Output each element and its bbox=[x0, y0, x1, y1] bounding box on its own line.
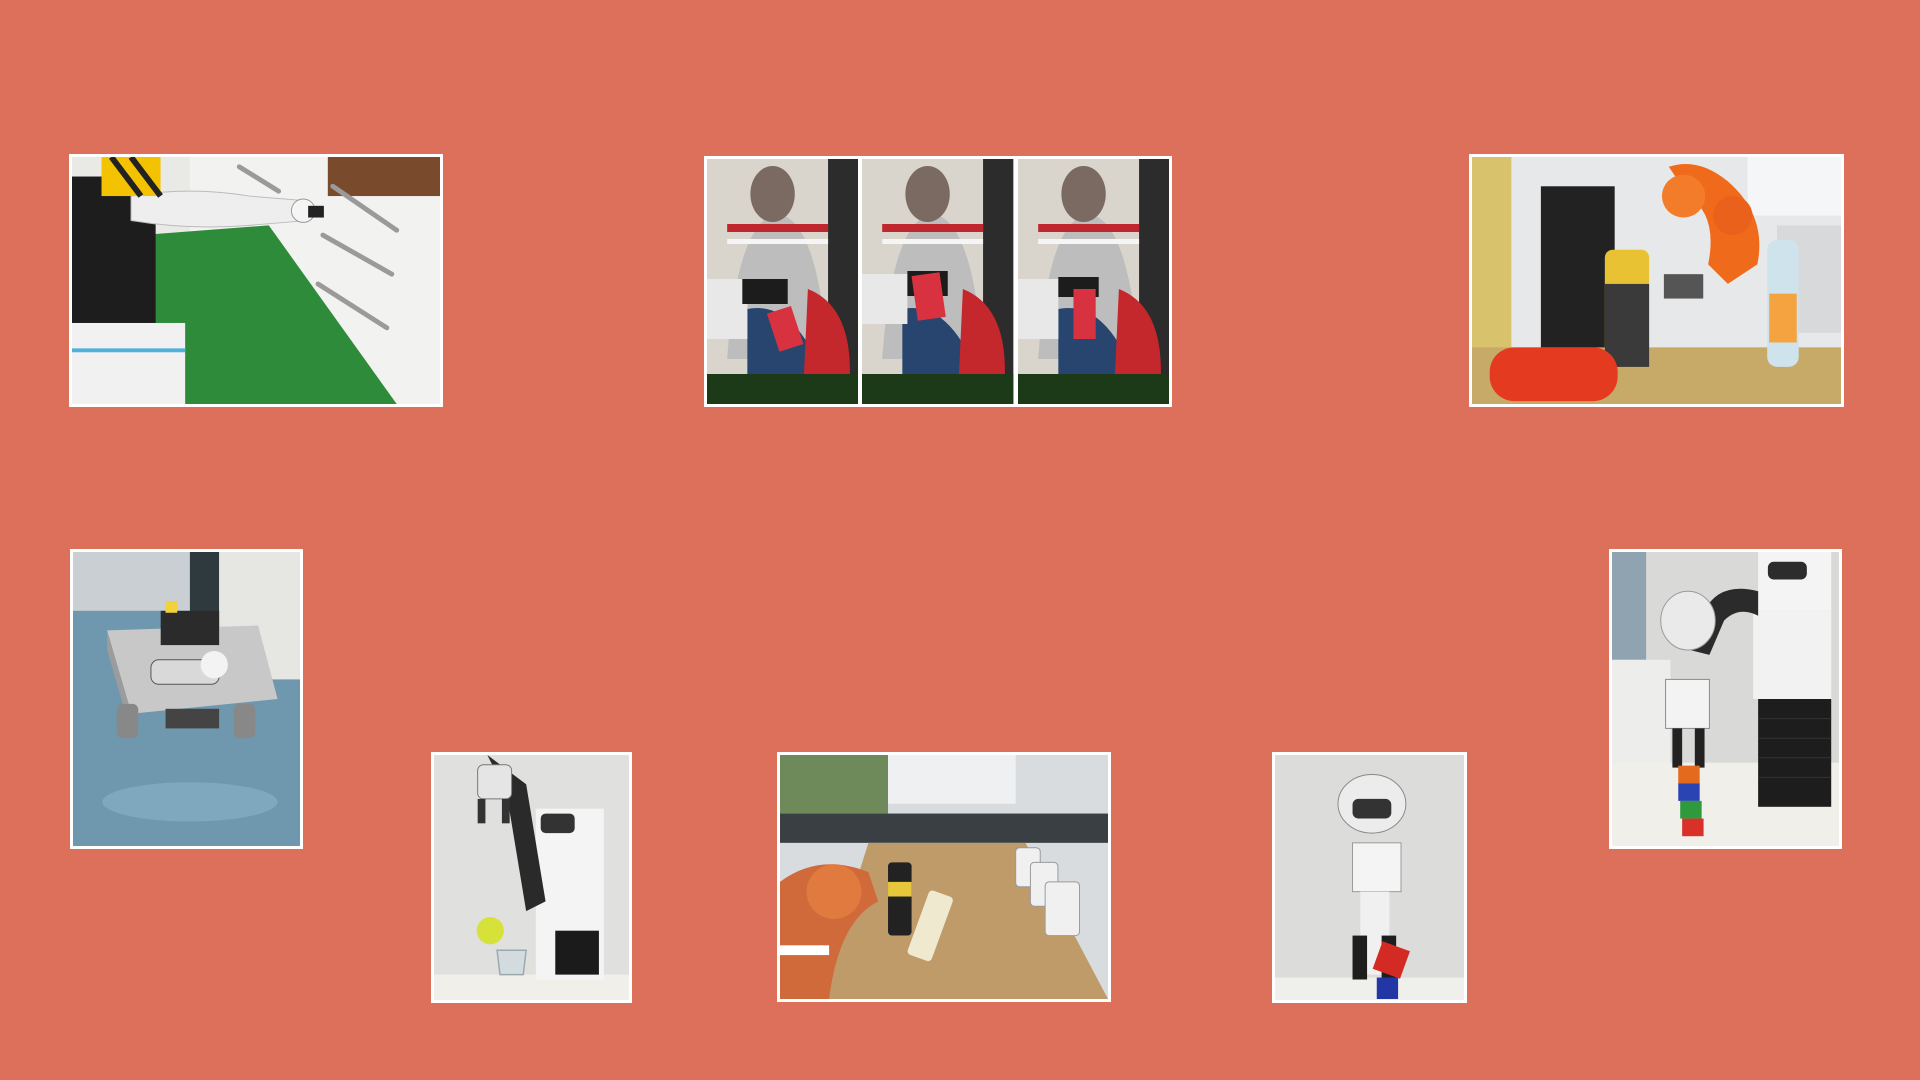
handover-frame-image bbox=[1017, 159, 1169, 404]
photo-cube-place bbox=[1272, 752, 1467, 1003]
photo-orange-arm bbox=[1469, 154, 1844, 407]
cube-place-image bbox=[1275, 755, 1464, 1000]
cube-stack-image bbox=[1612, 552, 1839, 846]
table-cans-image bbox=[780, 755, 1108, 999]
photo-cube-stack bbox=[1609, 549, 1842, 849]
ball-drop-image bbox=[434, 755, 629, 1000]
photo-table-cans bbox=[777, 752, 1111, 1002]
orange-arm-image bbox=[1472, 157, 1841, 404]
kitchen-drawer-image bbox=[72, 157, 440, 404]
handover-frame-2 bbox=[862, 159, 1014, 404]
handover-frame-3 bbox=[1017, 159, 1169, 404]
photo-kitchen-drawer bbox=[69, 154, 443, 407]
mobile-base-image bbox=[73, 552, 300, 846]
photo-ball-drop bbox=[431, 752, 632, 1003]
handover-frame-image bbox=[707, 159, 859, 404]
photo-mobile-base bbox=[70, 549, 303, 849]
photo-handover-strip bbox=[704, 156, 1172, 407]
handover-frame-1 bbox=[707, 159, 859, 404]
handover-frame-image bbox=[862, 159, 1014, 404]
